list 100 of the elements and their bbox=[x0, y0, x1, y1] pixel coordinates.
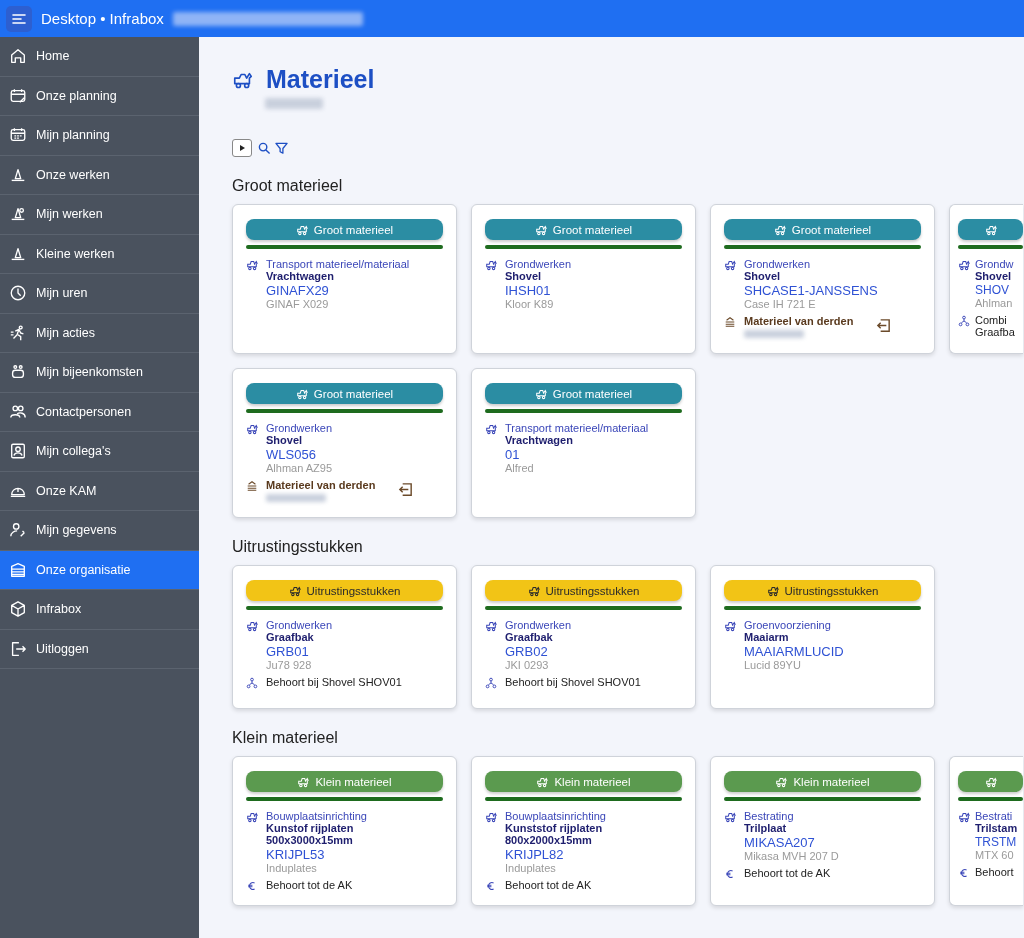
contact-card-icon bbox=[9, 442, 27, 461]
sidebar-item[interactable]: Onze KAM bbox=[0, 471, 199, 511]
ownership-text: Behoort tot de AK bbox=[744, 867, 831, 879]
sidebar-item[interactable]: Onze werken bbox=[0, 155, 199, 195]
euro-icon bbox=[246, 880, 258, 892]
category-text: Grondwerken bbox=[505, 619, 572, 631]
vehicle-icon bbox=[527, 584, 540, 597]
brand-text: Kloor K89 bbox=[505, 298, 555, 310]
equipment-type: Shovel bbox=[505, 270, 543, 282]
vehicle-icon bbox=[773, 223, 786, 236]
hierarchy-icon bbox=[958, 315, 970, 327]
sidebar-item[interactable]: Onze organisatie bbox=[0, 550, 199, 590]
category-badge: Uitrustingsstukken bbox=[485, 580, 682, 601]
vehicle-icon bbox=[766, 584, 779, 597]
equipment-type: Vrachtwagen bbox=[505, 434, 574, 446]
vehicle-icon bbox=[534, 387, 547, 400]
blurred-block bbox=[744, 330, 804, 338]
category-badge: Groot materieel bbox=[724, 219, 921, 240]
sidebar-item[interactable]: Mijn planning bbox=[0, 116, 199, 156]
vehicle-icon bbox=[984, 223, 997, 236]
enter-icon[interactable] bbox=[875, 317, 893, 334]
brand-text: MTX 60 bbox=[975, 849, 1015, 861]
equipment-type: Shovel bbox=[266, 434, 304, 446]
category-text: Bouwplaatsinrichting bbox=[266, 810, 367, 822]
vehicle-icon bbox=[485, 620, 497, 632]
equipment-card[interactable]: Klein materieel Bestrating Trilplaat MIKASA207 Mikasa MVH 207 D Behoort tot de AK bbox=[710, 756, 935, 906]
vehicle-icon bbox=[724, 811, 736, 823]
enter-icon[interactable] bbox=[397, 481, 415, 498]
vehicle-icon bbox=[246, 811, 258, 823]
sidebar-item[interactable]: Onze planning bbox=[0, 76, 199, 116]
equipment-type: Graafbak bbox=[266, 631, 315, 643]
filter-icon[interactable] bbox=[275, 141, 288, 155]
equipment-type: Trilstam bbox=[975, 822, 1018, 834]
equipment-type: Vrachtwagen bbox=[266, 270, 335, 282]
brand-text: JKI 0293 bbox=[505, 659, 550, 671]
equipment-type: Shovel bbox=[744, 270, 782, 282]
sidebar-item[interactable]: Mijn acties bbox=[0, 313, 199, 353]
category-badge: Groot materieel bbox=[485, 383, 682, 404]
ownership-text: Behoort bbox=[975, 866, 1014, 878]
euro-icon bbox=[724, 868, 736, 880]
stack-icon bbox=[724, 316, 736, 328]
play-button[interactable] bbox=[232, 139, 252, 157]
category-text: Transport materieel/materiaal bbox=[505, 422, 649, 434]
sidebar-item[interactable]: Home bbox=[0, 37, 199, 77]
vehicle-icon bbox=[246, 620, 258, 632]
equipment-code: MAAIARMLUCID bbox=[744, 644, 844, 659]
brand-text: GINAF X029 bbox=[266, 298, 330, 310]
category-badge: Uitrustingsstukken bbox=[724, 580, 921, 601]
vehicle-icon bbox=[536, 775, 549, 788]
logout-icon bbox=[9, 639, 27, 658]
menu-button[interactable] bbox=[6, 5, 32, 32]
category-text: Bestrating bbox=[744, 810, 795, 822]
brand-text: Case IH 721 E bbox=[744, 298, 817, 310]
sidebar-item[interactable]: Kleine werken bbox=[0, 234, 199, 274]
ownership-text: Materieel van derden bbox=[744, 315, 854, 327]
ownership-text: Behoort tot de AK bbox=[266, 879, 353, 891]
hierarchy-icon bbox=[246, 677, 258, 689]
category-badge: Uitrustingsstukken bbox=[246, 580, 443, 601]
equipment-card[interactable]: Uitrustingsstukken Groenvoorziening Maaiarm MAAIARMLUCID Lucid 89YU bbox=[710, 565, 935, 709]
equipment-card[interactable]: Klein materieel Bouwplaatsinrichting Kunststof rijplaten 800x2000x15mm KRIJPL82 Induplates Behoort tot de AK bbox=[471, 756, 696, 906]
equipment-code: KRIJPL53 bbox=[266, 847, 326, 862]
vehicle-icon bbox=[984, 775, 997, 788]
sidebar-item[interactable]: Mijn bijeenkomsten bbox=[0, 353, 199, 393]
category-badge: Klein materieel bbox=[724, 771, 921, 792]
section-heading: Klein materieel bbox=[232, 729, 339, 747]
equipment-card[interactable]: Klein materieel Bouwplaatsinrichting Kunstof rijplaten 500x3000x15mm KRIJPL53 Induplates Behoort tot de AK bbox=[232, 756, 457, 906]
equipment-card[interactable]: Uitrustingsstukken Grondwerken Graafbak GRB02 JKI 0293 Behoort bij Shovel SHOV01 bbox=[471, 565, 696, 709]
section-heading: Uitrustingsstukken bbox=[232, 538, 364, 556]
equipment-code: SHCASE1-JANSSENS bbox=[744, 283, 878, 298]
sidebar-item[interactable]: Infrabox bbox=[0, 590, 199, 630]
ownership-text: Materieel van derden bbox=[266, 479, 376, 491]
category-text: Grondwerken bbox=[266, 619, 333, 631]
brand-text: Ju78 928 bbox=[266, 659, 313, 671]
equipment-card[interactable]: Grondw Shovel SHOV Ahlman Combi Graafba bbox=[949, 204, 1023, 354]
equipment-card[interactable]: Groot materieel Transport materieel/materiaal Vrachtwagen 01 Alfred bbox=[471, 368, 696, 518]
equipment-card[interactable]: Uitrustingsstukken Grondwerken Graafbak GRB01 Ju78 928 Behoort bij Shovel SHOV01 bbox=[232, 565, 457, 709]
category-badge: Klein materieel bbox=[485, 771, 682, 792]
equipment-card[interactable]: Groot materieel Grondwerken Shovel SHCASE1-JANSSENS Case IH 721 E Materieel van derden bbox=[710, 204, 935, 354]
building-icon bbox=[9, 560, 27, 579]
stack-icon bbox=[246, 480, 258, 492]
equipment-card[interactable]: Bestrati Trilstam TRSTM MTX 60 Behoort bbox=[949, 756, 1023, 906]
sidebar-item[interactable]: Uitloggen bbox=[0, 629, 199, 669]
equipment-card[interactable]: Groot materieel Grondwerken Shovel IHSH01 Kloor K89 bbox=[471, 204, 696, 354]
home-icon bbox=[9, 47, 27, 66]
vehicle-icon bbox=[295, 223, 308, 236]
brand-text: Induplates bbox=[266, 862, 318, 874]
sidebar-item[interactable]: Contactpersonen bbox=[0, 392, 199, 432]
equipment-type: Trilplaat bbox=[744, 822, 788, 834]
blurred-block bbox=[266, 494, 326, 502]
search-icon[interactable] bbox=[258, 141, 271, 155]
sidebar-item[interactable]: Mijn gegevens bbox=[0, 511, 199, 551]
equipment-card[interactable]: Groot materieel Transport materieel/materiaal Vrachtwagen GINAFX29 GINAF X029 bbox=[232, 204, 457, 354]
vehicle-icon bbox=[246, 259, 258, 271]
equipment-card[interactable]: Groot materieel Grondwerken Shovel WLS056 Alhman AZ95 Materieel van derden bbox=[232, 368, 457, 518]
sidebar-item[interactable]: Mijn uren bbox=[0, 274, 199, 314]
sidebar-item[interactable]: Mijn collega's bbox=[0, 432, 199, 472]
category-text: Bestrati bbox=[975, 810, 1014, 822]
category-text: Grondwerken bbox=[505, 258, 572, 270]
section-heading: Groot materieel bbox=[232, 177, 344, 195]
sidebar-item[interactable]: Mijn werken bbox=[0, 195, 199, 235]
